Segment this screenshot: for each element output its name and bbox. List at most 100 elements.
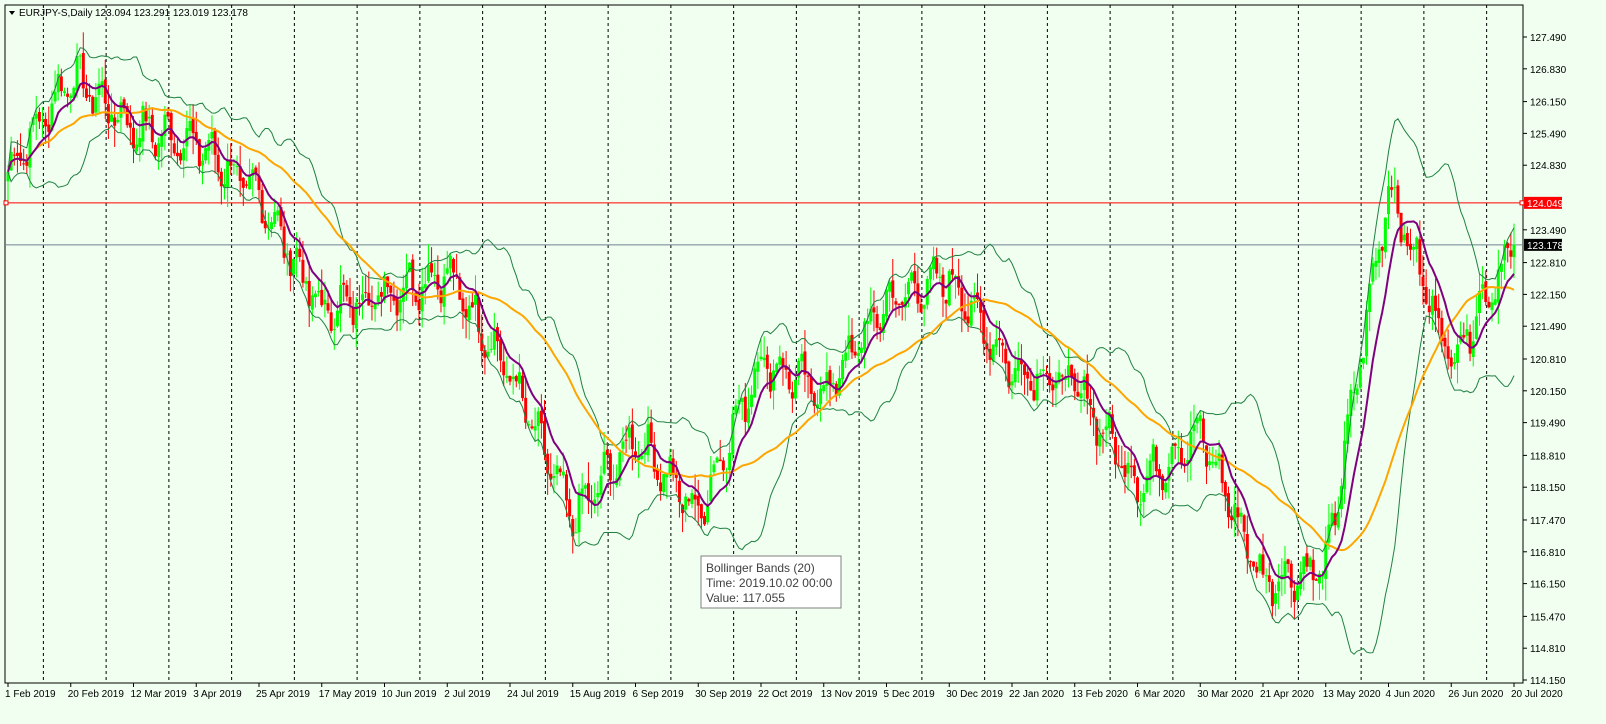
candle-bear [342, 282, 346, 285]
candle-bull [273, 212, 277, 224]
candle-bull [1302, 556, 1306, 575]
candle-bull [1082, 376, 1086, 391]
candle-bull [1430, 295, 1434, 315]
candle-bull [822, 385, 826, 392]
candle-bear [944, 300, 948, 304]
x-tick-label: 13 Feb 2020 [1072, 689, 1129, 700]
chart-window[interactable]: 124.049 123.178 127.490 126.830 126.150 125.… [0, 0, 1606, 724]
candle-bull [323, 299, 327, 305]
symbol-timeframe: EURJPY-S,Daily [19, 8, 93, 19]
candle-bull [753, 368, 757, 398]
candle-bull [285, 253, 289, 255]
line-handle-left[interactable] [3, 200, 9, 206]
y-tick-label: 120.810 [1530, 355, 1567, 366]
candle-bear [461, 298, 465, 312]
candle-bull [1170, 446, 1174, 465]
candle-bull [34, 113, 38, 119]
tooltip-title: Bollinger Bands (20) [706, 561, 815, 575]
candle-bear [430, 263, 434, 273]
candle-bull [69, 95, 73, 98]
candle-bull [1198, 415, 1202, 421]
candle-bull [1512, 244, 1516, 258]
candle-bull [1013, 368, 1017, 383]
x-tick-label: 6 Sep 2019 [633, 689, 685, 700]
candle-bull [1208, 461, 1212, 466]
y-tick-label: 126.150 [1530, 98, 1567, 109]
candle-bear [395, 297, 399, 316]
candle-bear [1289, 563, 1293, 588]
candle-bull [947, 271, 951, 306]
tooltip-time: Time: 2019.10.02 00:00 [706, 576, 833, 590]
candle-bull [938, 276, 942, 278]
candle-bear [216, 154, 220, 173]
price-axis[interactable]: 127.490 126.830 126.150 125.490 124.830 123.4… [1523, 33, 1567, 687]
candle-bear [37, 112, 41, 122]
candle-bull [1126, 462, 1130, 474]
candle-bear [659, 482, 663, 492]
y-tick-label: 126.830 [1530, 65, 1567, 76]
candle-bear [891, 280, 895, 298]
candle-bull [119, 102, 123, 118]
candle-bull [1054, 382, 1058, 389]
candle-bear [649, 422, 653, 443]
candle-bull [339, 285, 343, 314]
indicator-tooltip: Bollinger Bands (20) Time: 2019.10.02 00… [700, 555, 842, 609]
candle-bear [417, 300, 421, 311]
candle-bull [276, 210, 280, 216]
candle-bear [1179, 447, 1183, 465]
candle-bear [320, 289, 324, 306]
candle-bull [1016, 358, 1020, 371]
candle-bull [1239, 512, 1243, 517]
candle-bull [304, 281, 308, 284]
candle-bear [624, 439, 628, 441]
candle-bear [1462, 335, 1466, 338]
candle-bull [1374, 260, 1378, 267]
candle-bull [448, 256, 452, 269]
candle-bull [1010, 381, 1014, 386]
candle-bear [703, 516, 707, 525]
candle-bull [1104, 426, 1108, 431]
candle-bear [919, 304, 923, 313]
candle-bull [420, 286, 424, 312]
candle-bear [301, 259, 305, 283]
candle-bear [1311, 559, 1315, 581]
candle-bear [1487, 301, 1491, 308]
candle-bear [853, 351, 857, 356]
x-tick-label: 20 Feb 2019 [68, 689, 125, 700]
candle-bear [166, 112, 170, 117]
candle-bull [844, 352, 848, 361]
candle-bull [442, 276, 446, 307]
x-tick-label: 24 Jul 2019 [507, 689, 559, 700]
candle-bear [172, 143, 176, 154]
candle-bear [502, 361, 506, 376]
candle-bear [1073, 373, 1077, 392]
candle-bull [819, 388, 823, 405]
price-chart[interactable]: 124.049 123.178 127.490 126.830 126.150 125.… [0, 0, 1606, 724]
candle-bear [1242, 515, 1246, 532]
candle-bear [693, 494, 697, 500]
candle-bull [135, 144, 139, 152]
candle-bull [505, 375, 509, 378]
candle-bear [25, 161, 29, 166]
candle-bear [1085, 373, 1089, 399]
y-tick-label: 118.150 [1530, 483, 1566, 494]
candle-bear [1390, 187, 1394, 190]
x-tick-label: 12 Mar 2019 [131, 689, 188, 700]
line-handle-right[interactable] [1519, 200, 1525, 206]
candle-bull [859, 347, 863, 353]
candle-bull [1456, 344, 1460, 363]
candle-bull [715, 457, 719, 463]
candle-bull [1415, 237, 1419, 250]
candle-bear [790, 392, 794, 399]
candle-bull [138, 137, 142, 148]
candle-bull [1355, 388, 1359, 395]
x-tick-label: 2 Jul 2019 [444, 689, 491, 700]
y-tick-label: 116.810 [1530, 548, 1566, 559]
candle-bull [684, 496, 688, 510]
y-tick-label: 123.490 [1530, 226, 1567, 237]
candle-bull [147, 116, 151, 119]
candle-bear [1045, 372, 1049, 374]
candle-bull [445, 268, 449, 274]
candle-bear [153, 144, 157, 157]
candle-bear [59, 76, 63, 92]
